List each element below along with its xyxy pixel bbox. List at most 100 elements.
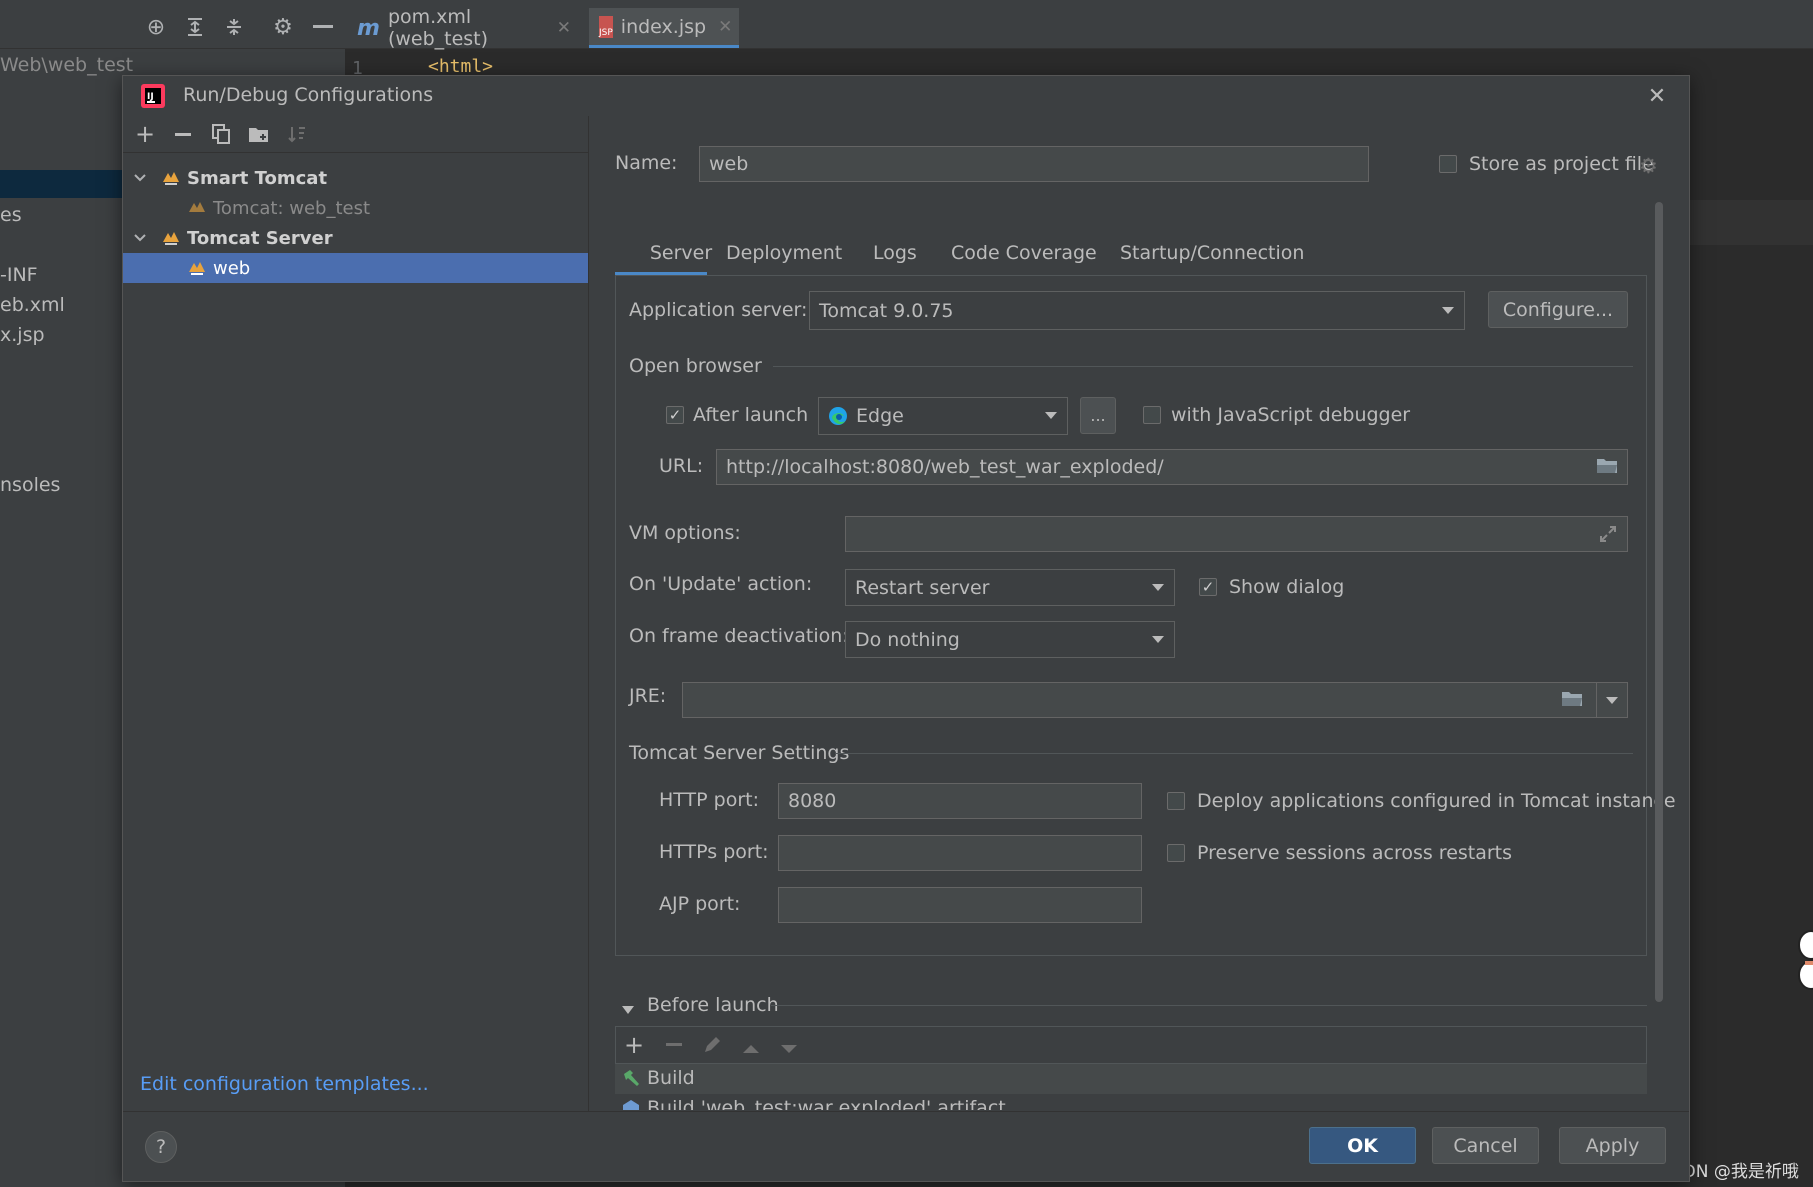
collapse-all-icon[interactable] (221, 14, 247, 40)
tree-node-tomcat-server[interactable]: Tomcat Server (123, 223, 588, 253)
jre-input[interactable] (682, 682, 1628, 718)
chevron-down-icon[interactable] (621, 1000, 635, 1019)
show-dialog-label: Show dialog (1229, 576, 1345, 598)
selected-value: Tomcat 9.0.75 (819, 299, 954, 322)
ok-button[interactable]: OK (1309, 1127, 1416, 1164)
tree-toolbar: + (123, 116, 588, 153)
preserve-sessions-checkbox[interactable] (1167, 844, 1185, 862)
chevron-down-icon (1152, 583, 1164, 591)
name-input[interactable]: web (699, 146, 1369, 182)
maven-m-icon: m (357, 15, 380, 41)
close-icon[interactable]: ✕ (718, 17, 732, 37)
close-icon[interactable]: ✕ (557, 18, 571, 38)
url-value: http://localhost:8080/web_test_war_explo… (726, 456, 1164, 478)
close-icon[interactable]: ✕ (1645, 84, 1669, 109)
move-down-icon (780, 1039, 798, 1058)
vm-options-input[interactable] (845, 516, 1628, 552)
ajp-port-label: AJP port: (659, 893, 741, 915)
chevron-down-icon (1152, 635, 1164, 643)
tree-node-tomcat-web-test[interactable]: Tomcat: web_test (123, 193, 588, 223)
application-server-select[interactable]: Tomcat 9.0.75 (809, 291, 1465, 330)
editor-code-line[interactable]: <html> (428, 56, 493, 77)
after-launch-checkbox[interactable]: ✓ (666, 406, 684, 424)
section-separator (773, 366, 1633, 367)
configure-button[interactable]: Configure... (1488, 291, 1628, 328)
dialog-footer: ? OK Cancel Apply (123, 1111, 1689, 1182)
tree-node-label: Tomcat Server (187, 227, 333, 249)
ajp-port-input[interactable] (778, 887, 1142, 923)
tree-item[interactable]: eb.xml (0, 294, 65, 316)
selected-value: Edge (856, 405, 904, 427)
new-folder-icon[interactable] (247, 122, 271, 146)
add-icon[interactable]: + (133, 120, 157, 148)
tree-node-web[interactable]: web (123, 253, 588, 283)
copy-icon[interactable] (209, 122, 233, 146)
on-update-label: On 'Update' action: (629, 573, 813, 595)
run-debug-dialog: IJ Run/Debug Configurations ✕ + Smart To… (122, 75, 1690, 1182)
chevron-down-icon (1606, 696, 1618, 704)
open-browser-section-title: Open browser (629, 355, 762, 377)
selected-value: Restart server (855, 576, 990, 599)
dialog-title-bar: IJ Run/Debug Configurations ✕ (123, 76, 1689, 116)
folder-icon[interactable] (1561, 690, 1583, 712)
apply-button[interactable]: Apply (1559, 1127, 1666, 1164)
artifact-icon (621, 1098, 641, 1110)
name-label: Name: (615, 152, 678, 174)
tree-item[interactable]: es (0, 204, 22, 226)
show-dialog-checkbox[interactable]: ✓ (1199, 578, 1217, 596)
before-launch-item[interactable]: Build (615, 1064, 1647, 1094)
jre-dropdown-button[interactable] (1597, 683, 1627, 717)
before-launch-toolbar: + (615, 1026, 1647, 1064)
tree-node-smart-tomcat[interactable]: Smart Tomcat (123, 163, 588, 193)
js-debugger-checkbox[interactable] (1143, 406, 1161, 424)
gear-icon[interactable]: ⚙ (270, 14, 296, 40)
help-button[interactable]: ? (145, 1131, 177, 1163)
mascot-image (1797, 925, 1813, 995)
on-update-select[interactable]: Restart server (845, 569, 1175, 606)
tomcat-icon (161, 228, 181, 248)
add-icon[interactable]: + (624, 1033, 644, 1057)
on-frame-deactivation-select[interactable]: Do nothing (845, 621, 1175, 658)
crosshair-icon[interactable]: ⊕ (143, 14, 169, 40)
scrollbar[interactable] (1655, 202, 1663, 1002)
before-launch-item-label: Build (647, 1067, 695, 1089)
edit-configuration-templates-link[interactable]: Edit configuration templates... (140, 1073, 429, 1095)
before-launch-item[interactable]: Build 'web_test:war exploded' artifact (615, 1094, 1647, 1110)
tab-index-jsp[interactable]: JSP index.jsp ✕ (589, 8, 739, 48)
sort-icon[interactable] (285, 122, 309, 146)
chevron-down-icon[interactable] (133, 171, 147, 185)
deploy-apps-label: Deploy applications configured in Tomcat… (1197, 790, 1676, 812)
tree-item[interactable]: nsoles (0, 474, 60, 496)
tomcat-icon (161, 168, 181, 188)
tab-pom-xml[interactable]: m pom.xml (web_test) ✕ (347, 6, 581, 50)
intellij-logo-icon: IJ (141, 84, 165, 108)
hammer-icon (621, 1068, 641, 1092)
move-up-icon (742, 1039, 760, 1058)
section-separator (835, 753, 1633, 754)
editor-highlight (1690, 200, 1813, 245)
before-launch-item-label: Build 'web_test:war exploded' artifact (647, 1097, 1006, 1110)
expand-icon[interactable] (1599, 525, 1617, 547)
gear-icon[interactable]: ⚙ (1639, 154, 1658, 178)
before-launch-title[interactable]: Before launch (647, 994, 779, 1016)
minimize-icon[interactable] (310, 14, 336, 40)
remove-icon (666, 1043, 682, 1046)
chevron-down-icon[interactable] (133, 231, 147, 245)
chevron-down-icon (1045, 412, 1057, 419)
store-as-project-file-label: Store as project file (1469, 153, 1654, 175)
tree-item[interactable]: x.jsp (0, 324, 45, 346)
jre-label: JRE: (629, 685, 667, 707)
expand-all-icon[interactable] (182, 14, 208, 40)
https-port-input[interactable] (778, 835, 1142, 871)
deploy-apps-checkbox[interactable] (1167, 792, 1185, 810)
folder-icon[interactable] (1596, 457, 1618, 479)
jsp-file-icon: JSP (599, 15, 613, 38)
browse-button[interactable]: ... (1080, 397, 1116, 434)
cancel-button[interactable]: Cancel (1432, 1127, 1539, 1164)
http-port-input[interactable]: 8080 (778, 783, 1142, 819)
store-as-project-file-checkbox[interactable] (1439, 155, 1457, 173)
browser-select[interactable]: Edge (818, 397, 1068, 435)
remove-icon[interactable] (171, 122, 195, 146)
tree-item[interactable]: -INF (0, 264, 38, 286)
url-input[interactable]: http://localhost:8080/web_test_war_explo… (716, 449, 1628, 485)
